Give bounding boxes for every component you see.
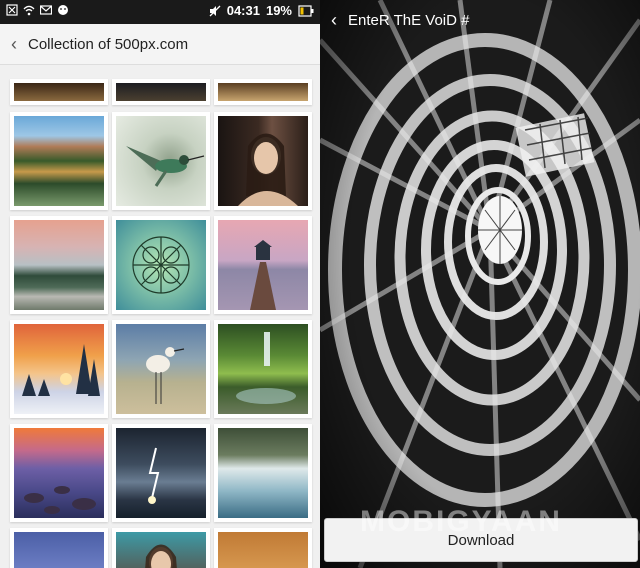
detail-app-bar: ‹ EnteR ThE VoiD #: [320, 0, 640, 40]
photo-tile-woman-portrait[interactable]: [214, 112, 312, 210]
photo-tile-leaf-macro[interactable]: [112, 216, 210, 314]
photo-tile-misty-lake[interactable]: [10, 216, 108, 314]
photo-tile-waterfall-forest[interactable]: [214, 320, 312, 418]
photo-tile-girl-portrait[interactable]: [112, 528, 210, 568]
hummingbird-illustration: [126, 146, 205, 187]
photo-tile-orange-sky[interactable]: [214, 528, 312, 568]
photo-tile-blue-falls[interactable]: [214, 424, 312, 522]
back-chevron-icon[interactable]: ‹: [320, 10, 348, 31]
app-bar: ‹ Collection of 500px.com: [0, 24, 320, 65]
photo-tile-purple-rocks[interactable]: [10, 424, 108, 522]
photo-tile-warm-blur-2[interactable]: [214, 79, 312, 105]
battery-icon: [298, 4, 314, 17]
photo-tile-sky-gradient[interactable]: [10, 528, 108, 568]
photo-tile-dark-blur[interactable]: [112, 79, 210, 105]
bird-illustration: [146, 347, 185, 404]
photo-tile-warm-blur[interactable]: [10, 79, 108, 105]
page-title: Collection of 500px.com: [28, 35, 189, 53]
snowy-trees-illustration: [22, 344, 100, 396]
rocks-illustration: [24, 486, 96, 514]
photo-tile-lightning-storm[interactable]: [112, 424, 210, 522]
girl-illustration: [145, 544, 177, 568]
sim-off-icon: [6, 4, 18, 16]
mute-icon: [209, 5, 221, 16]
battery-text: 19%: [265, 3, 292, 18]
wifi-icon: [23, 5, 35, 16]
download-button[interactable]: Download: [324, 518, 638, 562]
pier-illustration: [250, 240, 276, 310]
portrait-illustration: [238, 133, 298, 206]
photo-tile-hummingbird[interactable]: [112, 112, 210, 210]
download-label: Download: [447, 531, 515, 549]
photo-tile-mountain-lake[interactable]: [10, 112, 108, 210]
back-chevron-icon[interactable]: ‹: [0, 34, 28, 55]
photo-grid: [0, 64, 320, 568]
gallery-screen: 04:31 19% ‹ Collection of 500px.com: [0, 0, 320, 568]
status-bar: 04:31 19%: [0, 0, 320, 24]
photo-title: EnteR ThE VoiD #: [348, 11, 470, 29]
photo-tile-boathouse-pier[interactable]: [214, 216, 312, 314]
android-icon: [58, 5, 68, 15]
spiral-staircase-photo[interactable]: [320, 0, 640, 568]
photo-tile-bird-wader[interactable]: [112, 320, 210, 418]
lightning-illustration: [148, 447, 160, 504]
photo-detail-screen: ‹ EnteR ThE VoiD # Download: [320, 0, 640, 568]
leaf-illustration: [132, 236, 190, 294]
clock-text: 04:31: [226, 3, 260, 18]
photo-tile-snowy-sunset[interactable]: [10, 320, 108, 418]
gmail-icon: [40, 5, 52, 15]
waterfall-illustration: [236, 332, 296, 404]
